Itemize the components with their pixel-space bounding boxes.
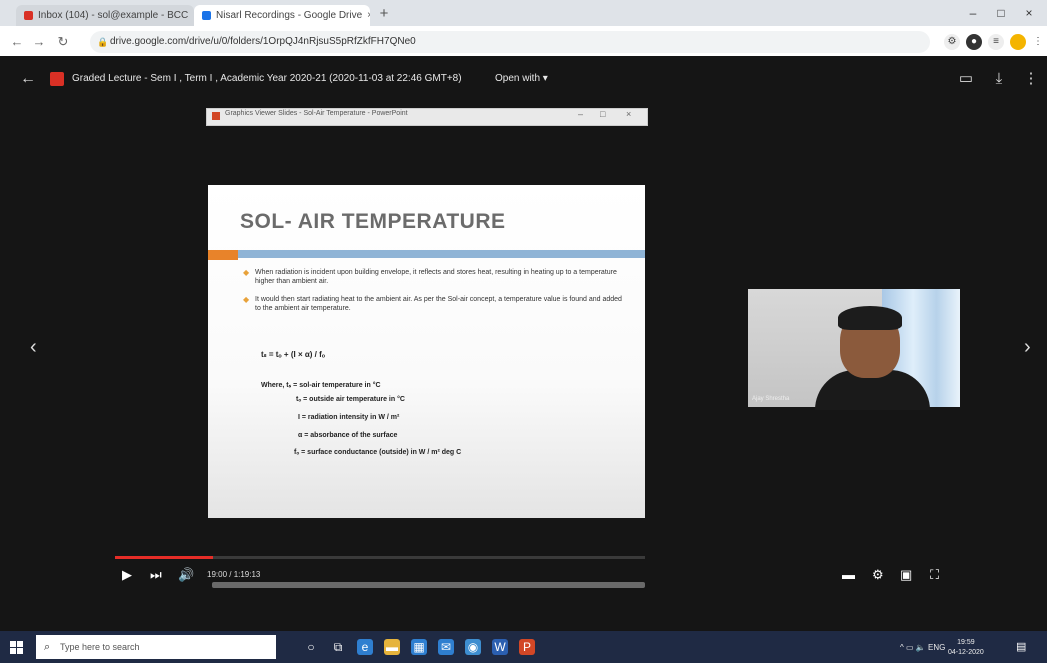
close-tab-icon[interactable]: × — [367, 10, 370, 21]
tab-label: Inbox (104) - sol@example - BCC — [38, 10, 189, 21]
powerpoint-icon[interactable]: P — [519, 639, 535, 655]
back-icon[interactable]: ← — [20, 70, 36, 88]
windows-start-icon[interactable] — [10, 641, 24, 655]
mail-icon[interactable]: ✉ — [438, 639, 454, 655]
time-display: 19:00 / 1:19:13 — [207, 570, 261, 579]
open-with-button[interactable]: Open with ▾ — [495, 73, 548, 84]
tab-label: Nisarl Recordings - Google Drive — [216, 10, 363, 21]
captions-icon[interactable]: ▬ — [842, 567, 855, 582]
webcam-name-label: Ajay Shrestha — [752, 396, 790, 402]
comment-icon[interactable]: ▭ — [955, 68, 977, 90]
minimize-button[interactable]: – — [960, 4, 986, 22]
drive-icon — [202, 11, 211, 20]
url-input[interactable]: 🔒 drive.google.com/drive/u/0/folders/1Or… — [90, 31, 930, 53]
play-icon[interactable]: ▶ — [122, 567, 132, 583]
word-icon[interactable]: W — [492, 639, 508, 655]
slide-title: SOL- AIR TEMPERATURE — [240, 210, 506, 233]
settings-icon[interactable]: ⚙ — [872, 567, 884, 583]
store-icon[interactable]: ▦ — [411, 639, 427, 655]
slide-definition: α = absorbance of the surface — [298, 432, 398, 439]
tab-drive[interactable]: Nisarl Recordings - Google Drive × — [194, 5, 370, 26]
cortana-icon[interactable]: ○ — [303, 639, 319, 655]
file-title: Graded Lecture - Sem I , Term I , Academ… — [72, 73, 462, 84]
slide-definition: Where, tₛ = sol-air temperature in °C — [261, 382, 381, 389]
ppt-close: × — [626, 109, 632, 119]
back-icon[interactable]: ← — [8, 33, 26, 51]
extension-icon[interactable]: ● — [966, 34, 982, 50]
file-explorer-icon[interactable]: ▬ — [384, 639, 400, 655]
slide-title-rule — [238, 250, 645, 258]
close-window-button[interactable]: × — [1016, 4, 1042, 22]
ppt-minimize: – — [578, 109, 584, 119]
slide-definition: I = radiation intensity in W / m² — [298, 414, 400, 421]
language-indicator[interactable]: ENG — [928, 643, 945, 652]
bullet-icon: ◆ — [243, 268, 250, 277]
clock-date: 04-12-2020 — [948, 649, 984, 656]
maximize-button[interactable]: □ — [988, 4, 1014, 22]
more-icon[interactable]: ⋮ — [1030, 34, 1046, 50]
previous-file-icon[interactable]: ‹ — [30, 336, 37, 359]
avatar[interactable] — [1010, 34, 1026, 50]
chrome-icon[interactable]: ◉ — [465, 639, 481, 655]
search-icon: ⌕ — [44, 641, 51, 653]
next-icon[interactable]: ⏭ — [150, 567, 162, 583]
slide-bullet: ◆ When radiation is incident upon buildi… — [243, 268, 617, 285]
taskbar-search-input[interactable]: ⌕ Type here to search — [36, 635, 276, 659]
bullet-icon: ◆ — [243, 295, 250, 304]
download-icon[interactable]: ⤓ — [988, 68, 1010, 90]
ppt-maximize: □ — [600, 109, 606, 119]
next-file-icon[interactable]: › — [1024, 336, 1031, 359]
ppt-window-title: Graphics Viewer Slides - Sol-Air Tempera… — [225, 110, 408, 117]
reload-icon[interactable]: ↻ — [54, 33, 72, 51]
lock-icon: 🔒 — [97, 37, 109, 47]
url-text: drive.google.com/drive/u/0/folders/1OrpQ… — [110, 36, 416, 47]
clock-time: 19:59 — [957, 639, 975, 646]
presenter-hair — [838, 306, 902, 330]
fullscreen-icon[interactable]: ⛶ — [930, 567, 939, 583]
volume-icon[interactable]: 🔈 — [916, 643, 926, 652]
video-file-icon — [50, 72, 64, 86]
miniplayer-icon[interactable]: ▣ — [900, 567, 912, 583]
new-tab-button[interactable]: + — [375, 5, 393, 23]
slide-accent-bar — [208, 250, 238, 260]
chevron-up-icon[interactable]: ^ — [900, 643, 904, 652]
slide-bullet: ◆ It would then start radiating heat to … — [243, 295, 622, 312]
notifications-icon[interactable]: ▤ — [1016, 640, 1030, 654]
search-placeholder: Type here to search — [60, 642, 140, 652]
edge-icon[interactable]: e — [357, 639, 373, 655]
powerpoint-icon — [212, 112, 220, 120]
volume-icon[interactable]: 🔊 — [178, 567, 194, 583]
extensions-menu-icon[interactable]: ≡ — [988, 34, 1004, 50]
system-tray[interactable]: ^ ▭ 🔈 ENG — [900, 643, 945, 652]
progress-fill — [115, 556, 214, 559]
slide-definition: tₒ = outside air temperature in °C — [296, 396, 405, 403]
forward-icon[interactable]: → — [30, 33, 48, 51]
slide-formula: tₛ = tₒ + (I × α) / fₒ — [261, 350, 326, 359]
taskbar-clock[interactable]: 19:59 04-12-2020 — [948, 638, 984, 658]
slide-definition: fₒ = surface conductance (outside) in W … — [294, 449, 462, 456]
network-icon[interactable]: ▭ — [906, 643, 914, 652]
task-view-icon[interactable]: ⧉ — [330, 639, 346, 655]
more-icon[interactable]: ⋮ — [1020, 68, 1042, 90]
seek-bar[interactable] — [212, 582, 645, 588]
tab-gmail[interactable]: Inbox (104) - sol@example - BCC × — [16, 5, 194, 26]
extension-icon[interactable]: ⚙ — [944, 34, 960, 50]
gmail-icon — [24, 11, 33, 20]
